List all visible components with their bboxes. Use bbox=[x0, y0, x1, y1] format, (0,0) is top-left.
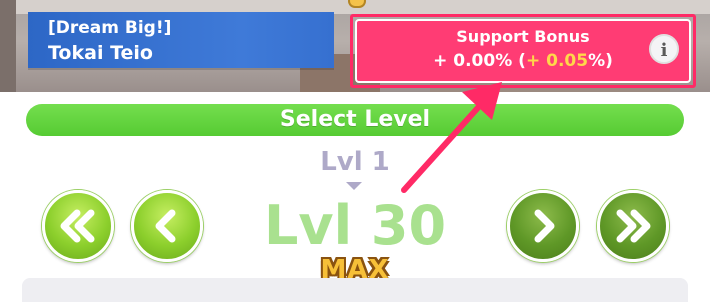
chevron-left-icon bbox=[155, 209, 176, 243]
max-level-button[interactable] bbox=[597, 190, 669, 262]
double-chevron-right-icon bbox=[616, 209, 651, 243]
card-title: [Dream Big!] bbox=[48, 18, 172, 38]
support-bonus-value: + 0.00% (+ 0.05%) bbox=[357, 49, 689, 73]
info-icon[interactable]: i bbox=[649, 34, 679, 64]
previous-level-label: Lvl 1 bbox=[320, 147, 390, 177]
decrease-level-button[interactable] bbox=[131, 190, 203, 262]
support-bonus-close-paren: %) bbox=[588, 51, 613, 71]
bottom-panel bbox=[22, 278, 688, 302]
level-down-arrow-icon bbox=[346, 182, 362, 190]
chevron-right-icon bbox=[534, 209, 555, 243]
increase-level-button[interactable] bbox=[507, 190, 579, 262]
card-character-name: Tokai Teio bbox=[48, 42, 153, 64]
support-bonus-open-paren: ( bbox=[512, 51, 526, 71]
min-level-button[interactable] bbox=[42, 190, 114, 262]
select-level-header: Select Level bbox=[26, 104, 684, 136]
support-bonus-label: Support Bonus bbox=[456, 27, 590, 46]
background-post bbox=[0, 0, 16, 92]
current-level-label: Lvl 30 bbox=[263, 194, 447, 257]
support-bonus-panel[interactable]: Support Bonus + 0.00% (+ 0.05%) i bbox=[355, 19, 691, 83]
support-bonus-highlight: Support Bonus + 0.00% (+ 0.05%) i bbox=[350, 14, 696, 88]
support-bonus-extra: + 0.05 bbox=[525, 51, 589, 71]
double-chevron-left-icon bbox=[60, 209, 95, 243]
support-bonus-base: + 0.00% bbox=[433, 51, 513, 71]
card-name-banner: [Dream Big!] Tokai Teio bbox=[28, 12, 334, 68]
